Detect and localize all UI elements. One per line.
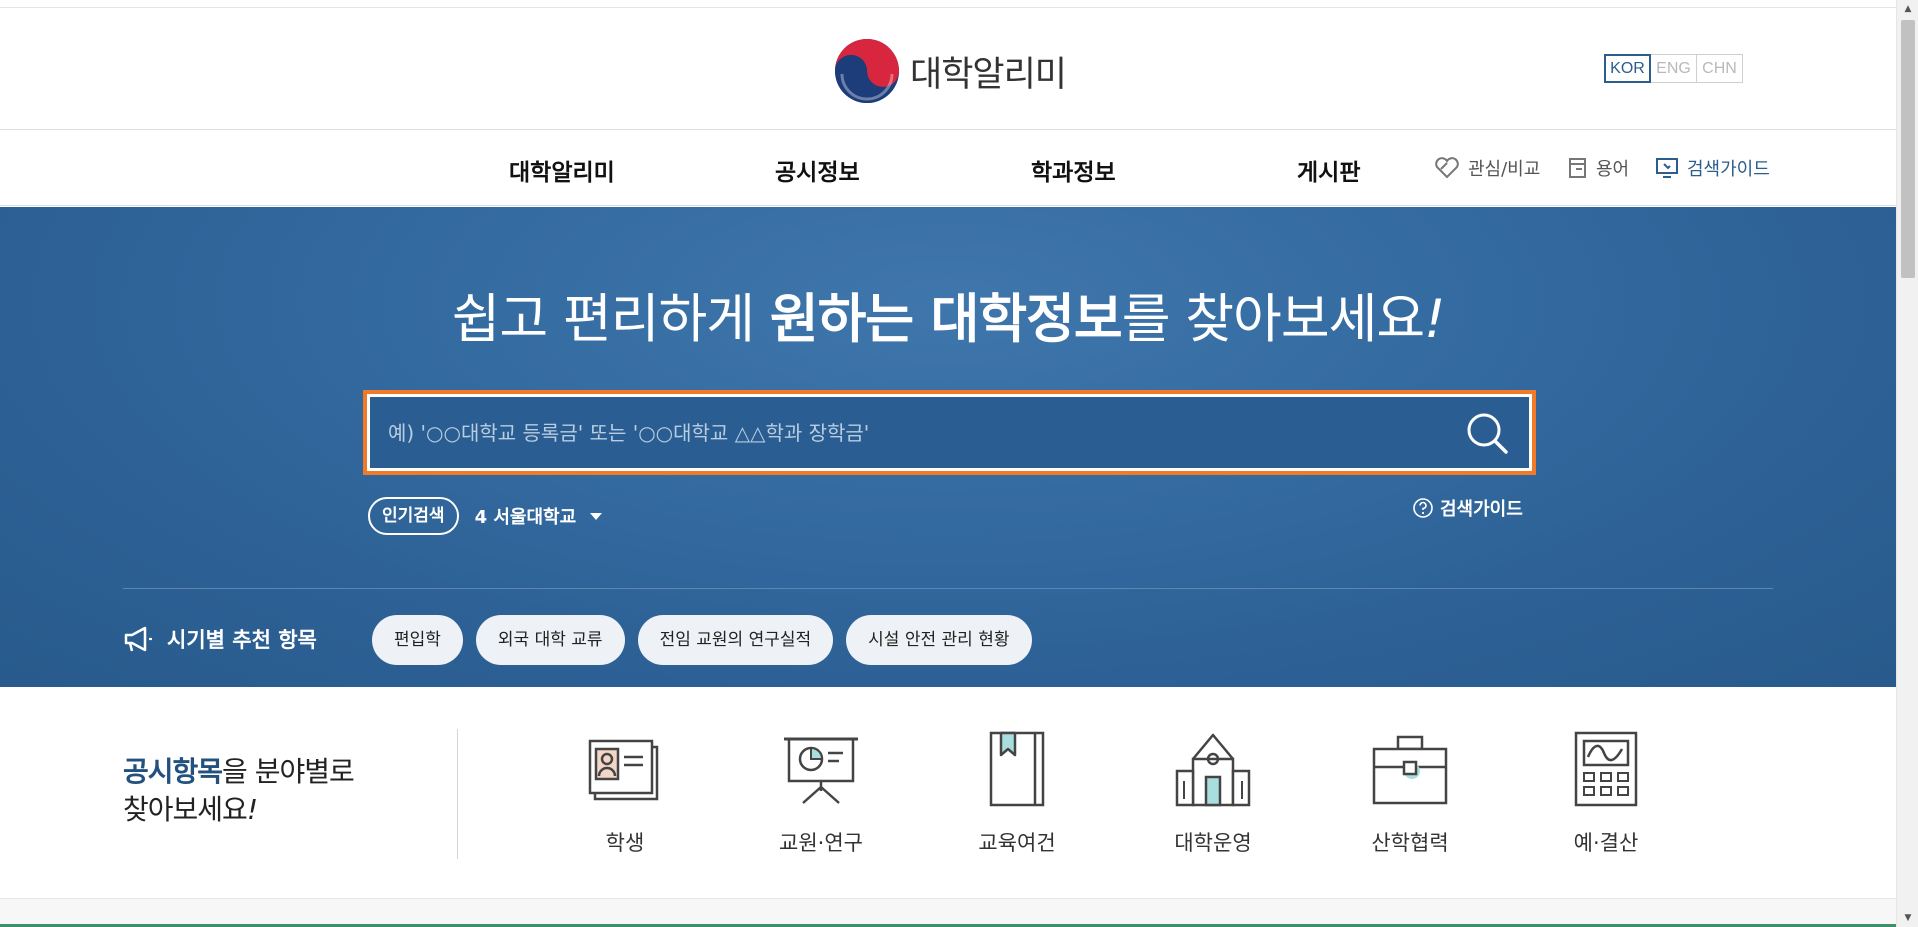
category-education[interactable]: 교육여건 bbox=[947, 729, 1087, 857]
seasonal-recommend-label: 시기별 추천 항목 bbox=[123, 624, 317, 654]
category-university-operation[interactable]: 대학운영 bbox=[1143, 729, 1283, 857]
category-section: 공시항목을 분야별로 찾아보세요! 학생 교원·연구 교육여건 대학운영 산학협… bbox=[0, 687, 1896, 899]
calculator-icon bbox=[1574, 731, 1638, 807]
header: 대학알리미 KOR ENG CHN bbox=[0, 8, 1896, 130]
lang-kor[interactable]: KOR bbox=[1604, 54, 1651, 83]
hero-search-section: 쉽고 편리하게 원하는 대학정보를 찾아보세요! 인기검색 4 서울대학교 검색… bbox=[0, 207, 1896, 687]
category-student[interactable]: 학생 bbox=[555, 729, 695, 857]
category-heading-line2: 찾아보세요 bbox=[123, 793, 248, 826]
chip-transfer-admission[interactable]: 편입학 bbox=[372, 615, 463, 665]
chip-facility-safety[interactable]: 시설 안전 관리 현황 bbox=[846, 615, 1032, 665]
popular-search[interactable]: 인기검색 4 서울대학교 bbox=[368, 497, 603, 535]
scroll-down-icon[interactable]: ▼ bbox=[1897, 909, 1918, 927]
site-logo[interactable]: 대학알리미 bbox=[834, 38, 1067, 104]
hero-title-bold: 원하는 대학정보 bbox=[769, 289, 1123, 350]
category-heading: 공시항목을 분야별로 찾아보세요! bbox=[123, 753, 355, 829]
lang-chn[interactable]: CHN bbox=[1696, 54, 1743, 83]
category-industry-cooperation[interactable]: 산학협력 bbox=[1340, 729, 1480, 857]
heart-icon bbox=[1435, 157, 1459, 179]
language-switcher: KOR ENG CHN bbox=[1604, 54, 1743, 83]
hero-search-guide-link[interactable]: 검색가이드 bbox=[1412, 495, 1523, 521]
student-card-icon bbox=[588, 739, 659, 801]
chip-faculty-research[interactable]: 전임 교원의 연구실적 bbox=[637, 615, 834, 665]
bookmark-book-icon bbox=[989, 731, 1045, 807]
nav-item-board[interactable]: 게시판 bbox=[1297, 153, 1360, 187]
category-label: 교원·연구 bbox=[779, 831, 863, 855]
presentation-board-icon bbox=[784, 737, 858, 804]
compare-label: 관심/비교 bbox=[1468, 159, 1541, 180]
hero-divider bbox=[123, 588, 1773, 589]
scrollbar-thumb[interactable] bbox=[1901, 20, 1915, 278]
bottom-strip bbox=[0, 899, 1896, 927]
search-box bbox=[363, 390, 1536, 475]
search-input[interactable] bbox=[388, 397, 1438, 468]
page: 대학알리미 KOR ENG CHN 대학알리미 공시정보 학과정보 게시판 관심… bbox=[0, 0, 1896, 927]
vertical-scrollbar[interactable]: ▲ ▼ bbox=[1896, 0, 1918, 927]
category-heading-end: ! bbox=[246, 793, 258, 826]
search-icon[interactable] bbox=[1465, 411, 1509, 455]
popular-search-item[interactable]: 4 서울대학교 bbox=[475, 503, 577, 529]
briefcase-icon bbox=[1372, 735, 1448, 805]
building-icon bbox=[1175, 733, 1251, 807]
category-label: 대학운영 bbox=[1174, 831, 1252, 855]
category-heading-bold: 공시항목 bbox=[123, 755, 223, 788]
glossary-label: 용어 bbox=[1596, 159, 1630, 180]
hero-title-part2: 를 찾아보세요 bbox=[1121, 289, 1425, 350]
seasonal-recommend-text: 시기별 추천 항목 bbox=[167, 628, 317, 652]
nav-search-guide-label: 검색가이드 bbox=[1687, 159, 1770, 180]
category-divider bbox=[457, 729, 458, 859]
search-box-inner bbox=[370, 397, 1529, 468]
hero-search-guide-label: 검색가이드 bbox=[1440, 499, 1523, 520]
question-circle-icon bbox=[1413, 498, 1433, 518]
lang-eng[interactable]: ENG bbox=[1650, 54, 1697, 83]
category-label: 교육여건 bbox=[978, 831, 1056, 855]
category-label: 예·결산 bbox=[1573, 831, 1639, 855]
monitor-guide-icon bbox=[1656, 158, 1678, 178]
hero-title: 쉽고 편리하게 원하는 대학정보를 찾아보세요! bbox=[0, 277, 1896, 353]
hero-title-part1: 쉽고 편리하게 bbox=[451, 289, 770, 350]
scroll-up-icon[interactable]: ▲ bbox=[1897, 0, 1918, 18]
popular-search-badge: 인기검색 bbox=[368, 497, 459, 535]
category-heading-rest: 을 분야별로 bbox=[222, 755, 355, 788]
compare-link[interactable]: 관심/비교 bbox=[1434, 155, 1540, 181]
megaphone-icon bbox=[124, 626, 152, 652]
category-budget[interactable]: 예·결산 bbox=[1536, 729, 1676, 857]
category-label: 산학협력 bbox=[1371, 831, 1449, 855]
category-faculty-research[interactable]: 교원·연구 bbox=[751, 729, 891, 857]
hero-title-end: ! bbox=[1424, 289, 1445, 350]
nav-item-daehakalimi[interactable]: 대학알리미 bbox=[509, 153, 615, 187]
nav-item-disclosure[interactable]: 공시정보 bbox=[775, 153, 860, 187]
logo-text: 대학알리미 bbox=[910, 54, 1067, 95]
caret-down-icon[interactable] bbox=[590, 512, 603, 520]
category-label: 학생 bbox=[605, 831, 645, 855]
nav-search-guide-link[interactable]: 검색가이드 bbox=[1655, 155, 1770, 181]
nav-item-department[interactable]: 학과정보 bbox=[1031, 153, 1116, 187]
taegeuk-logo-icon bbox=[835, 39, 899, 103]
main-nav: 대학알리미 공시정보 학과정보 게시판 관심/비교 용어 검색가이드 bbox=[0, 131, 1896, 206]
seasonal-chip-list: 편입학 외국 대학 교류 전임 교원의 연구실적 시설 안전 관리 현황 bbox=[372, 615, 1045, 665]
glossary-link[interactable]: 용어 bbox=[1568, 155, 1629, 181]
glossary-icon bbox=[1569, 158, 1586, 178]
chip-foreign-exchange[interactable]: 외국 대학 교류 bbox=[475, 615, 625, 665]
